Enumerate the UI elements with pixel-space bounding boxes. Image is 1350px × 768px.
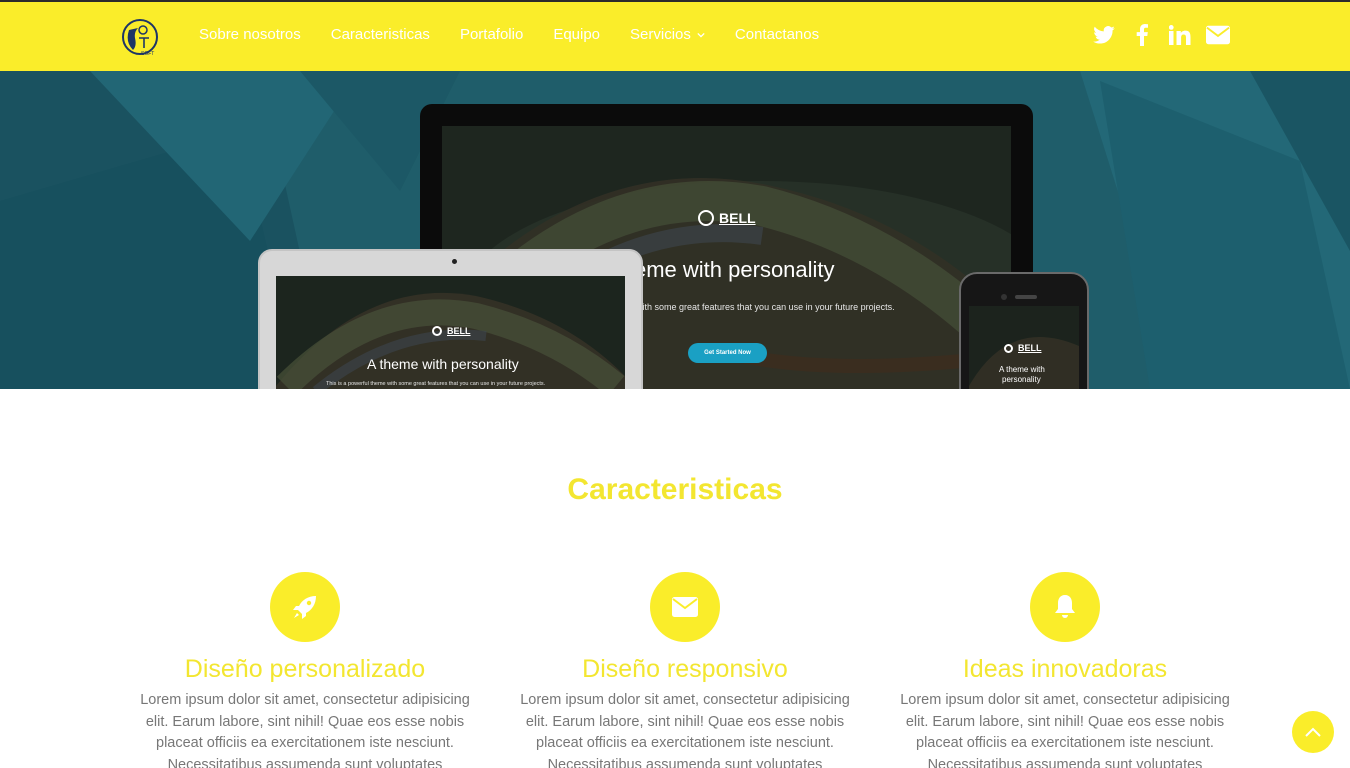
- scroll-to-top-button[interactable]: [1292, 711, 1334, 753]
- laptop-screen: BELL A theme with personality This is a …: [276, 276, 625, 389]
- feature-card-responsive-design: Diseño responsivo Lorem ipsum dolor sit …: [515, 572, 855, 768]
- nav-link-sobre-nosotros[interactable]: Sobre nosotros: [199, 26, 301, 43]
- envelope-icon: [672, 597, 698, 617]
- laptop-screen-brand: BELL: [432, 326, 471, 336]
- chevron-up-icon: [1305, 727, 1321, 737]
- nav-link-servicios-label: Servicios: [630, 26, 691, 43]
- features-title: Caracteristicas: [567, 473, 783, 506]
- navbar: SOFT Sobre nosotros Caracteristicas Port…: [0, 0, 1350, 71]
- phone-screen: BELL A theme with personality: [969, 306, 1079, 389]
- desktop-screen-title: eme with personality: [634, 257, 835, 282]
- laptop-brand-text: BELL: [447, 326, 471, 336]
- desktop-brand-text: BELL: [719, 210, 756, 226]
- nav-menu: Sobre nosotros Caracteristicas Portafoli…: [199, 26, 849, 43]
- desktop-screen-brand: BELL: [698, 210, 756, 226]
- phone-brand-text: BELL: [1018, 343, 1042, 353]
- logo[interactable]: SOFT: [121, 16, 159, 58]
- laptop-mockup: BELL A theme with personality This is a …: [258, 249, 643, 389]
- feature-icon-circle: [270, 572, 340, 642]
- phone-screen-title-line1: A theme with: [999, 365, 1045, 374]
- phone-speaker: [1015, 295, 1037, 299]
- feature-title: Ideas innovadoras: [962, 655, 1168, 683]
- facebook-icon[interactable]: [1130, 22, 1154, 48]
- desktop-screen-cta: Get Started Now: [688, 343, 767, 363]
- phone-screen-title-line2: personality: [1002, 375, 1041, 384]
- twitter-icon[interactable]: [1092, 22, 1116, 48]
- feature-card-custom-design: Diseño personalizado Lorem ipsum dolor s…: [135, 572, 475, 768]
- feature-text: Lorem ipsum dolor sit amet, consectetur …: [140, 692, 470, 768]
- nav-link-contactanos[interactable]: Contactanos: [735, 26, 819, 43]
- feature-title: Diseño responsivo: [582, 655, 788, 683]
- feature-icon-circle: [1030, 572, 1100, 642]
- envelope-icon[interactable]: [1206, 22, 1230, 48]
- nav-link-servicios-dropdown[interactable]: Servicios: [630, 26, 705, 43]
- phone-mockup: BELL A theme with personality: [959, 272, 1089, 389]
- hero-banner: BELL eme with personality vith some grea…: [0, 71, 1350, 389]
- laptop-screen-title: A theme with personality: [367, 356, 519, 372]
- phone-screen-brand: BELL: [1004, 343, 1042, 353]
- laptop-screen-subtitle: This is a powerful theme with some great…: [326, 381, 546, 387]
- feature-icon-circle: [650, 572, 720, 642]
- nav-link-equipo[interactable]: Equipo: [553, 26, 600, 43]
- desktop-screen-subtitle: vith some great features that you can us…: [638, 302, 895, 312]
- feature-card-innovative-ideas: Ideas innovadoras Lorem ipsum dolor sit …: [895, 572, 1235, 768]
- feature-title: Diseño personalizado: [184, 655, 426, 683]
- nav-link-portafolio[interactable]: Portafolio: [460, 26, 523, 43]
- laptop-camera: [452, 259, 457, 264]
- bell-icon: [1055, 595, 1075, 618]
- feature-text: Lorem ipsum dolor sit amet, consectetur …: [520, 692, 850, 768]
- phone-camera: [1001, 294, 1007, 300]
- feature-text: Lorem ipsum dolor sit amet, consectetur …: [900, 692, 1230, 768]
- rocket-icon: [293, 596, 316, 619]
- social-links: [1092, 22, 1230, 48]
- nav-link-caracteristicas[interactable]: Caracteristicas: [331, 26, 430, 43]
- svg-text:SOFT: SOFT: [141, 51, 154, 57]
- linkedin-icon[interactable]: [1168, 22, 1192, 48]
- chevron-down-icon: [697, 32, 705, 38]
